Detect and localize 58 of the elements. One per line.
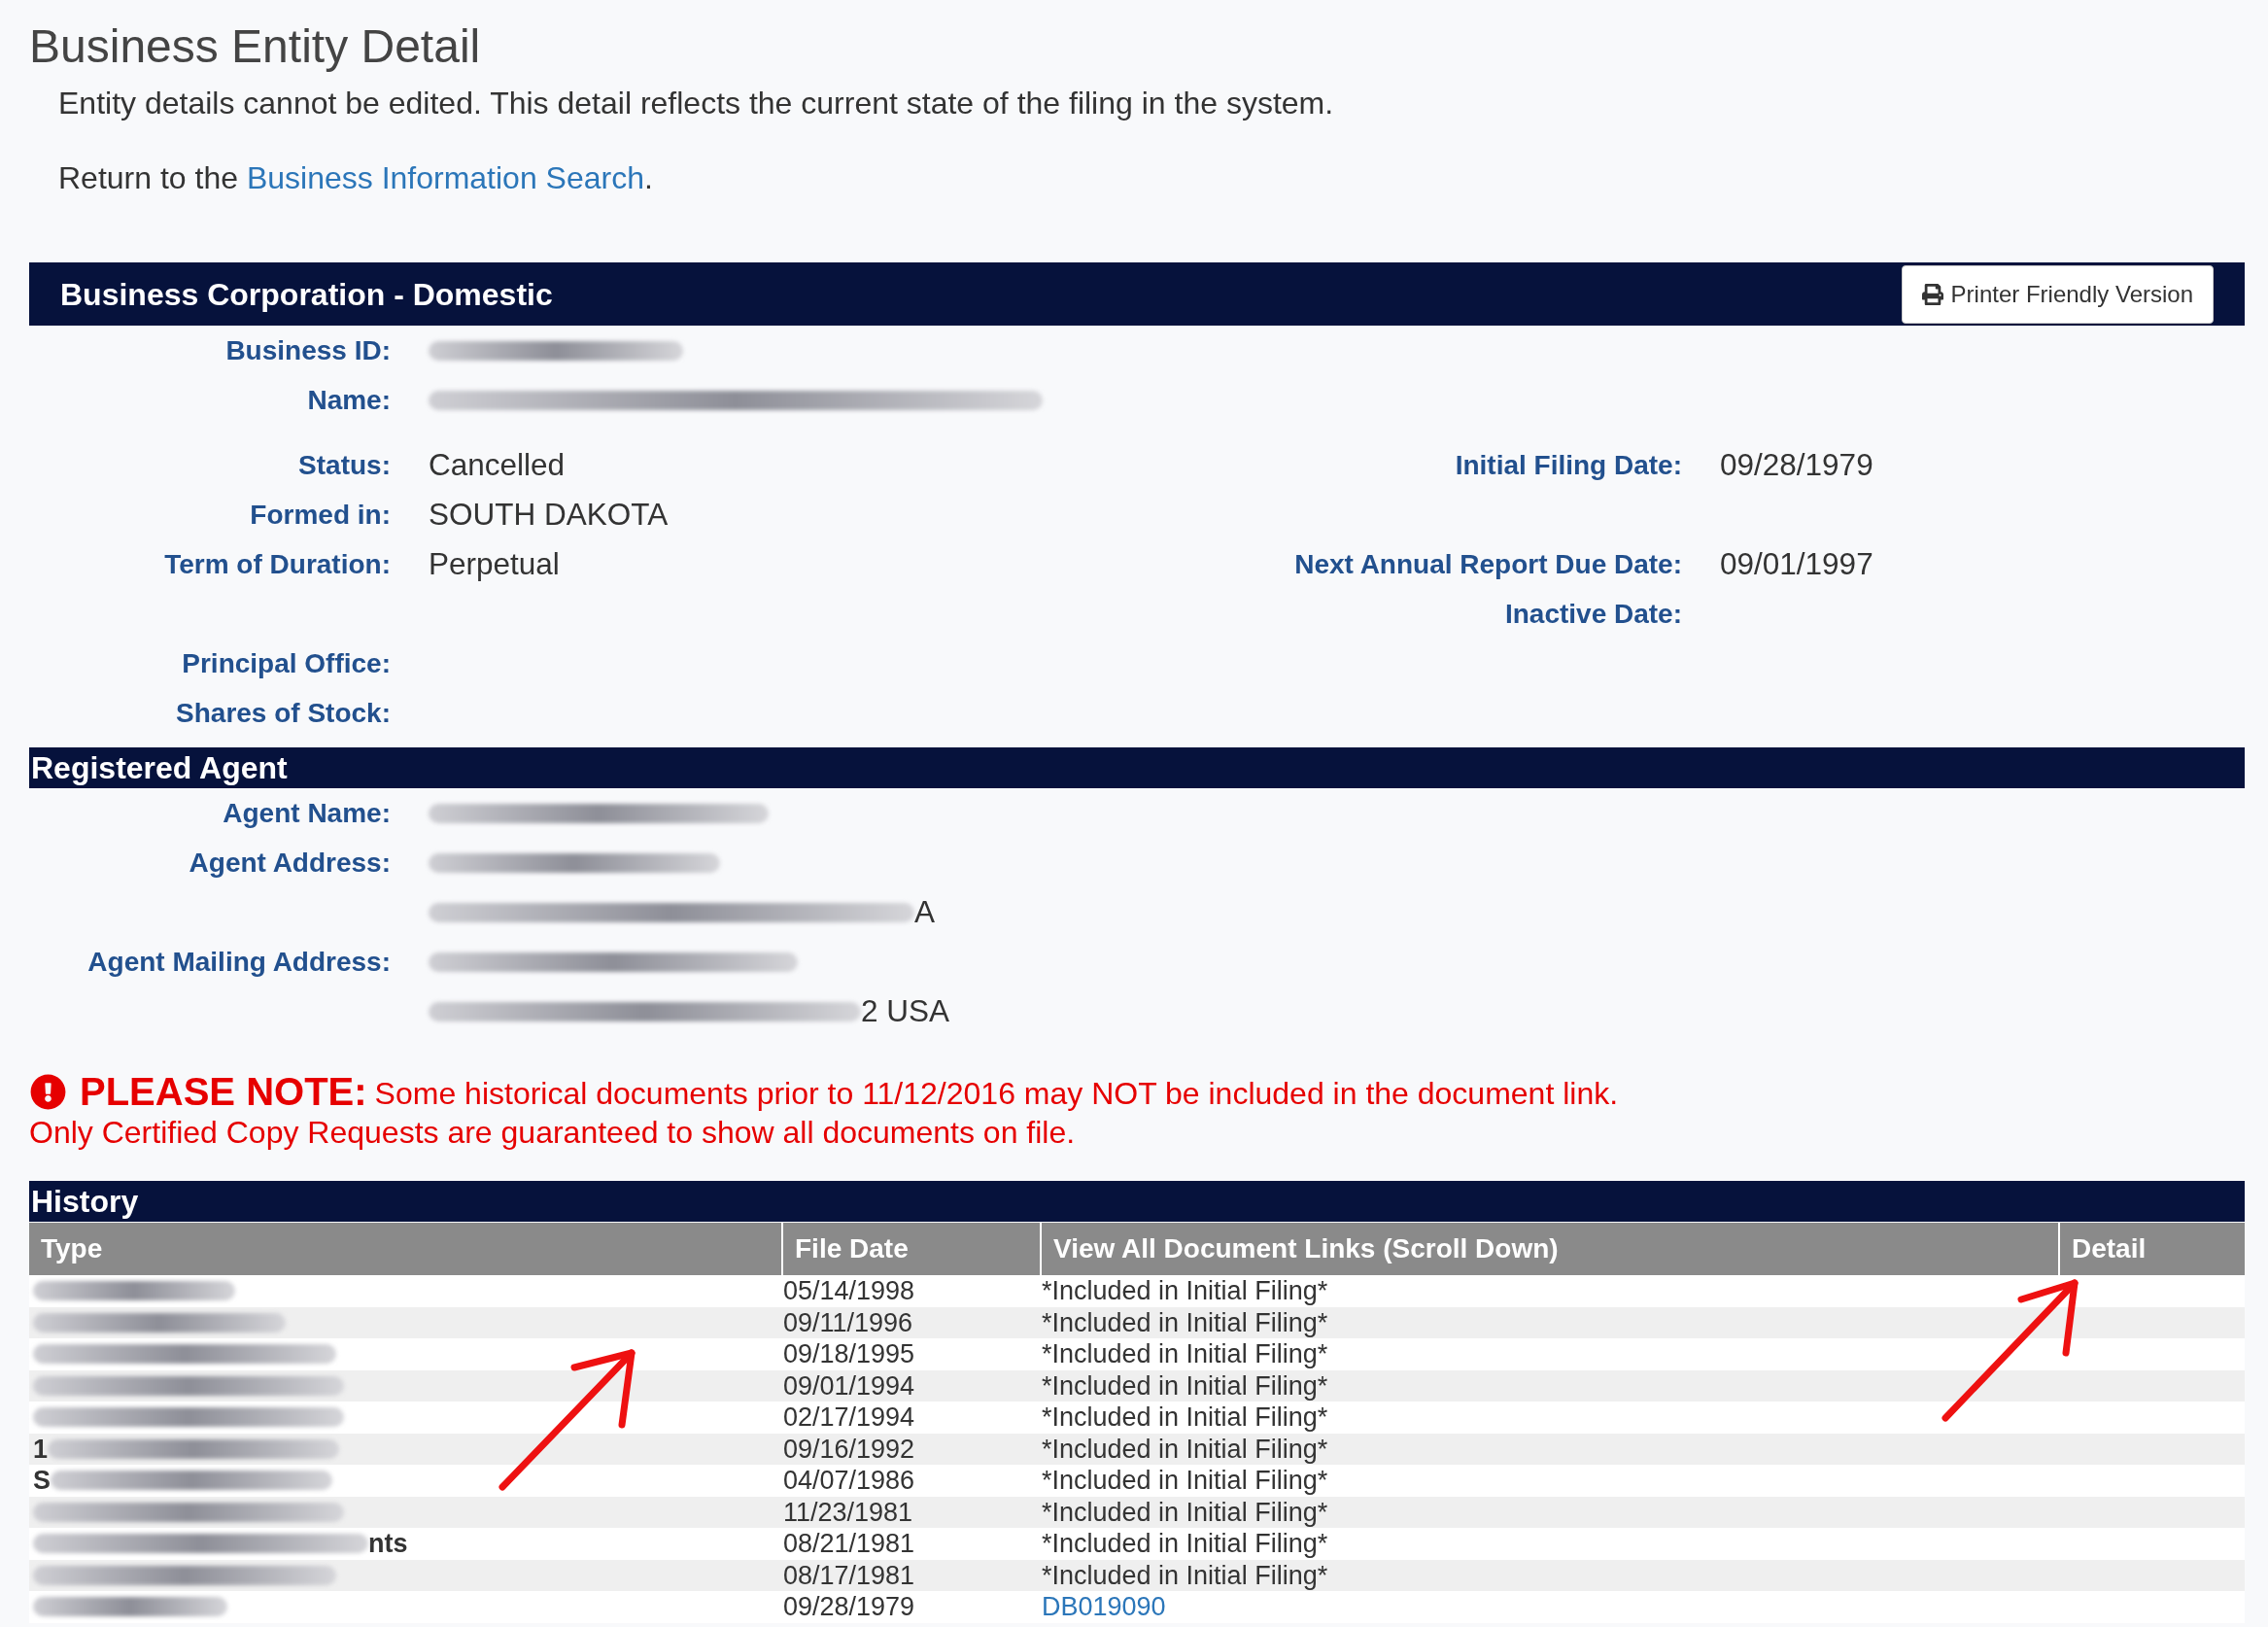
field-label: Status: [298, 448, 391, 482]
field-label: Initial Filing Date: [1455, 448, 1682, 482]
text-fragment: A [914, 892, 935, 931]
table-cell-text: *Included in Initial Filing* [1041, 1433, 1329, 1465]
field-label: Business ID: [225, 333, 391, 367]
field-label: Term of Duration: [164, 547, 391, 581]
field-label: Inactive Date: [1504, 597, 1682, 631]
field-value: Perpetual [429, 544, 560, 583]
text-fragment: 2 USA [861, 991, 950, 1030]
field-value: 09/01/1997 [1720, 544, 1873, 583]
table-cell-text: 09/28/1979 [782, 1591, 916, 1623]
table-cell-text: 11/23/1981 [782, 1496, 914, 1528]
field-label: Next Annual Report Due Date: [1294, 547, 1682, 581]
field-value: 09/28/1979 [1720, 445, 1873, 484]
table-cell-text: 09/18/1995 [782, 1338, 916, 1370]
text-fragment: 1 [33, 1433, 49, 1465]
table-cell-text: *Included in Initial Filing* [1041, 1402, 1329, 1434]
table-cell-text: *Included in Initial Filing* [1041, 1496, 1329, 1528]
document-link[interactable]: DB019090 [1042, 1591, 1166, 1623]
note-text: Only Certified Copy Requests are guaranteed to show all documents on file. [29, 1114, 1077, 1152]
note-label: PLEASE NOTE: [80, 1070, 367, 1113]
column-header: Type [40, 1232, 104, 1265]
table-cell-text: 09/01/1994 [782, 1369, 916, 1402]
return-text: Return to the Business Information Search. [58, 159, 654, 196]
search-link[interactable]: Business Information Search [246, 160, 644, 195]
intro-text: Entity details cannot be edited. This detail reflects the current state of the filing in the system. [58, 85, 1335, 121]
field-label: Formed in: [250, 498, 391, 532]
table-cell-text: 05/14/1998 [782, 1275, 916, 1307]
table-cell-text: *Included in Initial Filing* [1041, 1369, 1329, 1402]
table-cell-text: *Included in Initial Filing* [1041, 1465, 1329, 1497]
table-cell-text: *Included in Initial Filing* [1041, 1559, 1329, 1591]
table-cell-text: *Included in Initial Filing* [1041, 1528, 1329, 1560]
field-label: Agent Address: [189, 846, 391, 880]
field-label: Agent Name: [223, 796, 391, 830]
section-header: Registered Agent [29, 747, 2245, 788]
table-cell-text: 04/07/1986 [782, 1465, 916, 1497]
field-label: Name: [307, 383, 391, 417]
table-cell-text: 02/17/1994 [782, 1402, 916, 1434]
section-header: History [29, 1181, 2245, 1222]
print-button[interactable]: Printer Friendly Version [1901, 264, 2214, 324]
text-fragment: S [33, 1465, 51, 1497]
note-text: Some historical documents prior to 11/12/2016 may NOT be included in the document link. [374, 1075, 1619, 1112]
field-label: Principal Office: [182, 646, 391, 680]
table-cell-text: 09/16/1992 [782, 1433, 916, 1465]
section-title: Business Corporation - Domestic [60, 275, 553, 314]
page-title: Business Entity Detail [29, 19, 482, 74]
printer-icon [1921, 283, 1943, 305]
table-cell-text: *Included in Initial Filing* [1041, 1306, 1329, 1338]
table-cell-text: 08/17/1981 [782, 1559, 916, 1591]
text-fragment: nts [368, 1528, 408, 1560]
table-cell-text: 09/11/1996 [782, 1306, 914, 1338]
field-value: SOUTH DAKOTA [429, 495, 669, 534]
table-cell-text: 08/21/1981 [782, 1528, 916, 1560]
field-label: Shares of Stock: [176, 696, 391, 730]
field-label: Agent Mailing Address: [87, 945, 391, 979]
table-cell-text: *Included in Initial Filing* [1041, 1275, 1329, 1307]
field-value: Cancelled [429, 445, 566, 484]
table-cell-text: *Included in Initial Filing* [1041, 1338, 1329, 1370]
